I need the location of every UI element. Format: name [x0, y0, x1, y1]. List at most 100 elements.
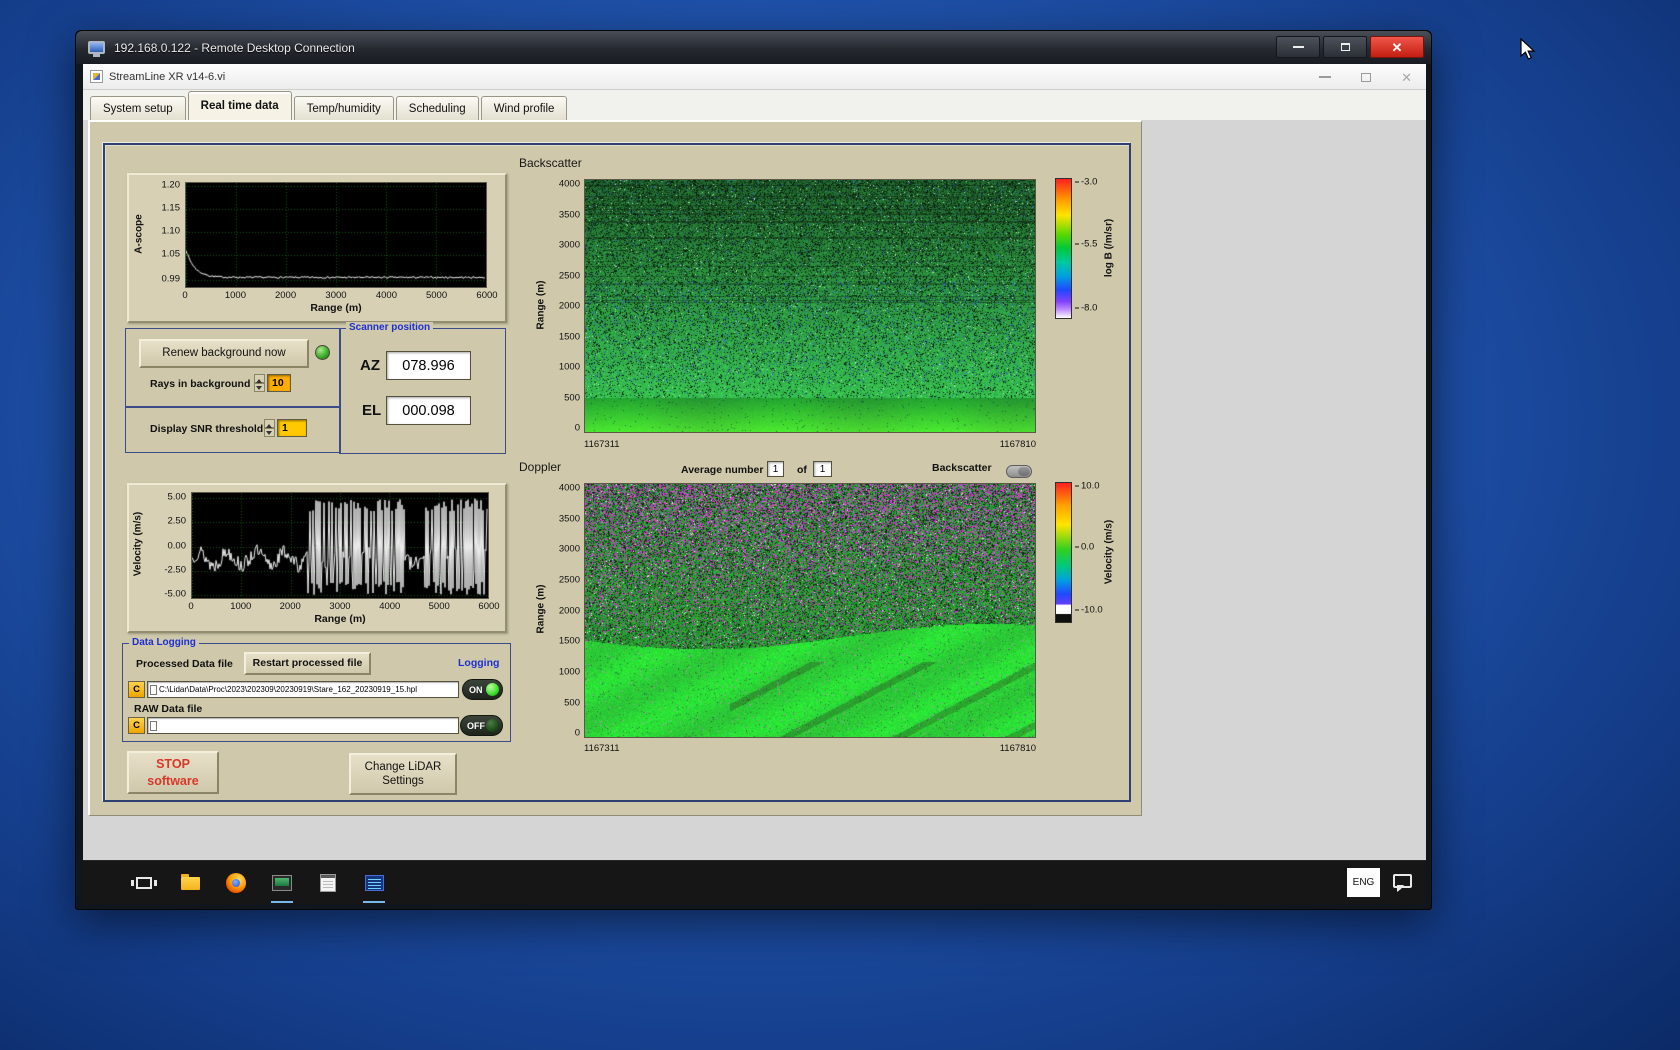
- tab-real-time-data[interactable]: Real time data: [188, 91, 292, 120]
- stop-line1: STOP: [156, 757, 190, 771]
- file-explorer-button[interactable]: [167, 861, 213, 904]
- firefox-button[interactable]: [213, 861, 259, 904]
- ascope-graph: A-scope 1.201.151.101.050.99 01000200030…: [127, 173, 507, 323]
- az-label: AZ: [360, 357, 380, 374]
- restart-processed-file-button[interactable]: Restart processed file: [244, 652, 371, 675]
- spinner-up-icon[interactable]: [254, 374, 265, 383]
- backscatter-toggle-label: Backscatter: [932, 462, 992, 474]
- doppler-colorbar-label: Velocity (m/s): [1104, 520, 1115, 584]
- processed-drive-button[interactable]: C: [128, 681, 145, 698]
- ascope-xlabel: Range (m): [185, 302, 487, 314]
- path-page-icon[interactable]: [150, 721, 157, 731]
- path-page-icon[interactable]: [150, 685, 157, 695]
- restore-icon: [1341, 43, 1350, 51]
- spinner-down-icon[interactable]: [254, 383, 265, 392]
- task-view-button[interactable]: [121, 861, 167, 904]
- desktop-background: 192.168.0.122 - Remote Desktop Connectio…: [0, 0, 1680, 1050]
- remote-computer-icon: [88, 41, 105, 54]
- app-close-icon[interactable]: ✕: [1401, 71, 1412, 84]
- language-indicator[interactable]: ENG: [1347, 868, 1380, 897]
- processed-path-field[interactable]: C:\Lidar\Data\Proc\2023\202309\20230919\…: [147, 681, 459, 698]
- raw-logging-toggle[interactable]: OFF: [460, 715, 503, 736]
- raw-path-field[interactable]: [147, 717, 459, 734]
- renew-background-button[interactable]: Renew background now: [139, 339, 309, 368]
- snr-value-field[interactable]: 1: [277, 419, 307, 437]
- doppler-x-end: 1167810: [1000, 743, 1036, 754]
- on-led-icon: [486, 683, 499, 696]
- processed-data-file-label: Processed Data file: [136, 658, 233, 670]
- app-client-area: A-scope 1.201.151.101.050.99 01000200030…: [83, 120, 1426, 860]
- doppler-colorbar: [1055, 482, 1072, 623]
- rdp-title: 192.168.0.122 - Remote Desktop Connectio…: [114, 41, 355, 55]
- main-panel: A-scope 1.201.151.101.050.99 01000200030…: [103, 143, 1131, 802]
- el-label: EL: [362, 402, 381, 419]
- schedule-icon: [320, 874, 336, 892]
- scanner-position-group: Scanner position AZ 078.996 EL 000.098: [339, 328, 506, 454]
- doppler-title: Doppler: [519, 460, 561, 474]
- backscatter-toggle[interactable]: [1006, 465, 1032, 478]
- blue-app-icon: [365, 875, 384, 891]
- rdp-window: 192.168.0.122 - Remote Desktop Connectio…: [75, 30, 1432, 910]
- stop-software-button[interactable]: STOP software: [127, 751, 219, 794]
- taskbar: ENG: [83, 860, 1426, 904]
- spinner-down-icon[interactable]: [264, 428, 275, 437]
- app-minimize-icon[interactable]: [1319, 76, 1331, 78]
- rdp-titlebar[interactable]: 192.168.0.122 - Remote Desktop Connectio…: [76, 31, 1431, 64]
- doppler-x-start: 1167311: [584, 743, 620, 754]
- tab-wind-profile[interactable]: Wind profile: [481, 96, 568, 120]
- logging-label: Logging: [458, 657, 499, 669]
- az-value-field: 078.996: [386, 351, 471, 380]
- raw-drive-button[interactable]: C: [128, 717, 145, 734]
- backscatter-canvas: [585, 180, 1035, 432]
- change-lidar-settings-button[interactable]: Change LiDARSettings: [349, 753, 457, 795]
- processed-logging-toggle[interactable]: ON: [462, 679, 503, 700]
- scan-schedule-button[interactable]: [305, 861, 351, 904]
- folder-icon: [181, 877, 200, 890]
- ascope-xaxis: 0100020003000400050006000: [185, 290, 487, 302]
- average-number-field[interactable]: 1: [767, 461, 784, 477]
- tab-scheduling[interactable]: Scheduling: [396, 96, 479, 120]
- ascope-yaxis: 1.201.151.101.050.99: [145, 182, 183, 286]
- stop-line2: software: [147, 774, 198, 788]
- tab-system-setup[interactable]: System setup: [90, 96, 186, 120]
- data-logging-title: Data Logging: [129, 637, 199, 648]
- velocity-ylabel: Velocity (m/s): [133, 512, 144, 576]
- snr-threshold-label: Display SNR threshold: [150, 423, 263, 435]
- rays-spinner[interactable]: [254, 374, 265, 392]
- velocity-graph: Velocity (m/s) 5.002.500.00-2.50-5.00 01…: [127, 483, 507, 633]
- velocity-plot: [191, 492, 489, 599]
- change-line2: Settings: [382, 775, 424, 787]
- doppler-canvas: [585, 484, 1035, 737]
- background-control-group: Renew background now Rays in background …: [125, 328, 341, 407]
- app-window-icon: [272, 875, 292, 891]
- tab-temp-humidity[interactable]: Temp/humidity: [294, 96, 394, 120]
- app-restore-icon[interactable]: [1361, 73, 1371, 82]
- rdp-minimize-button[interactable]: [1276, 36, 1320, 58]
- backscatter-yaxis: 40003500300025002000150010005000: [545, 179, 583, 431]
- chat-bubble-icon[interactable]: [1393, 874, 1412, 888]
- velocity-yaxis: 5.002.500.00-2.50-5.00: [149, 492, 189, 597]
- app-window-controls: ✕: [1319, 64, 1412, 90]
- snr-spinner[interactable]: [264, 419, 275, 437]
- terminal-app-button[interactable]: [351, 861, 397, 904]
- backscatter-x-end: 1167810: [1000, 439, 1036, 450]
- of-label: of: [797, 464, 807, 476]
- app-titlebar[interactable]: StreamLine XR v14-6.vi ✕: [83, 64, 1426, 90]
- task-view-icon: [136, 877, 152, 889]
- ascope-ylabel: A-scope: [134, 214, 145, 253]
- real-time-data-page: A-scope 1.201.151.101.050.99 01000200030…: [88, 120, 1142, 816]
- rdp-restore-button[interactable]: [1323, 36, 1367, 58]
- ascope-plot: [185, 182, 487, 288]
- minimize-icon: [1293, 46, 1304, 48]
- active-app-indicator: [271, 901, 293, 903]
- average-total-field[interactable]: 1: [813, 461, 832, 477]
- spinner-up-icon[interactable]: [264, 419, 275, 428]
- rdp-close-button[interactable]: ✕: [1370, 36, 1424, 58]
- off-led-icon: [486, 719, 499, 732]
- rays-in-background-label: Rays in background: [150, 378, 250, 390]
- streamline-app-button[interactable]: [259, 861, 305, 904]
- rays-value-field[interactable]: 10: [267, 374, 291, 392]
- doppler-xaxis: 1167311 1167810: [584, 743, 1036, 754]
- scanner-position-title: Scanner position: [346, 322, 433, 333]
- doppler-plot: [584, 483, 1036, 738]
